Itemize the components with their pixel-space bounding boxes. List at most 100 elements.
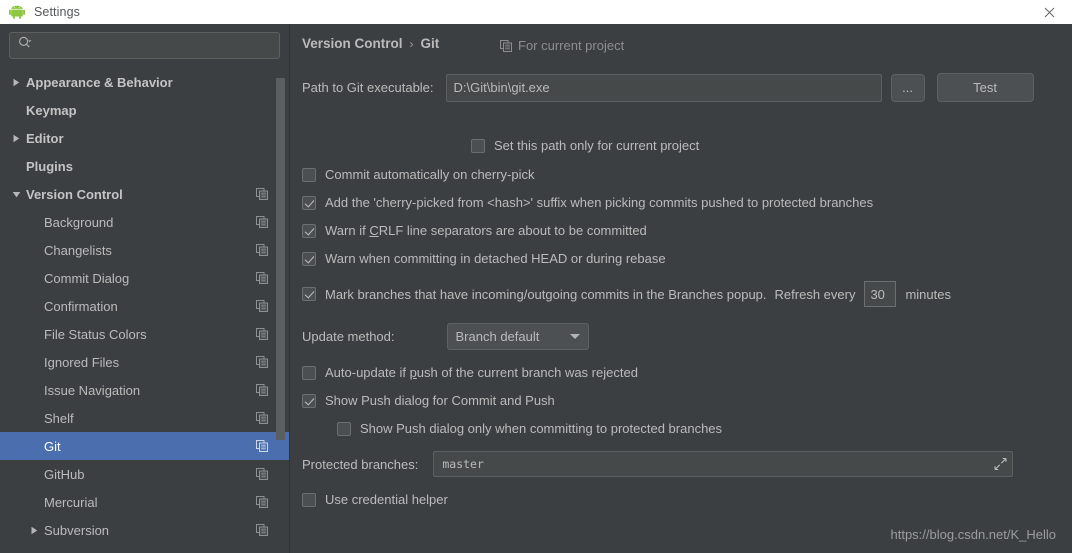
settings-tree: Appearance & Behavior Keymap Editor Plug… — [0, 68, 289, 544]
warn-crlf-label: Warn if CRLF line separators are about t… — [325, 223, 647, 238]
sidebar-item-mercurial[interactable]: Mercurial — [0, 488, 289, 516]
sidebar-item-label: Appearance & Behavior — [26, 74, 173, 90]
show-push-dialog-checkbox[interactable] — [302, 393, 316, 408]
commit-automatically-checkbox[interactable] — [302, 167, 316, 182]
sidebar-item-label: File Status Colors — [44, 326, 147, 342]
sidebar-item-editor[interactable]: Editor — [0, 124, 289, 152]
copy-icon[interactable] — [256, 440, 268, 452]
protected-branches-value: master — [442, 457, 484, 471]
copy-icon[interactable] — [256, 244, 268, 256]
set-path-only-label: Set this path only for current project — [494, 138, 700, 153]
breadcrumb-separator: › — [409, 36, 414, 51]
sidebar-item-commit-dialog[interactable]: Commit Dialog — [0, 264, 289, 292]
set-path-only-checkbox-row[interactable]: Set this path only for current project — [471, 138, 699, 153]
copy-icon[interactable] — [256, 384, 268, 396]
sidebar-item-label: Git — [44, 438, 61, 454]
sidebar-item-ignored-files[interactable]: Ignored Files — [0, 348, 289, 376]
sidebar-item-label: Shelf — [44, 410, 74, 426]
android-robot-icon — [9, 5, 25, 19]
sidebar-item-subversion[interactable]: Subversion — [0, 516, 289, 544]
sidebar-item-git[interactable]: Git — [0, 432, 289, 460]
auto-update-checkbox[interactable] — [302, 365, 316, 380]
use-credential-helper-checkbox[interactable] — [302, 492, 316, 507]
settings-main-panel: Version Control › Git For current projec… — [291, 24, 1072, 553]
show-push-dialog-protected-checkbox[interactable] — [337, 421, 351, 436]
copy-icon[interactable] — [256, 300, 268, 312]
sidebar-item-appearance-behavior[interactable]: Appearance & Behavior — [0, 68, 289, 96]
sidebar-item-github[interactable]: GitHub — [0, 460, 289, 488]
set-path-only-checkbox[interactable] — [471, 138, 485, 153]
sidebar-item-shelf[interactable]: Shelf — [0, 404, 289, 432]
expand-icon[interactable] — [994, 457, 1007, 471]
mark-branches-row: Mark branches that have incoming/outgoin… — [302, 281, 951, 307]
chevron-down-icon[interactable] — [8, 186, 24, 202]
show-push-dialog-protected-checkbox-row[interactable]: Show Push dialog only when committing to… — [337, 421, 722, 436]
sidebar-item-label: Mercurial — [44, 494, 98, 510]
copy-icon[interactable] — [256, 328, 268, 340]
auto-update-checkbox-row[interactable]: Auto-update if push of the current branc… — [302, 365, 638, 380]
for-current-project-badge: For current project — [500, 38, 624, 53]
sidebar-item-label: Version Control — [26, 186, 123, 202]
protected-branches-row: Protected branches: master — [302, 451, 1014, 477]
test-button[interactable]: Test — [936, 73, 1034, 102]
chevron-right-icon[interactable] — [8, 74, 24, 90]
refresh-interval-input[interactable] — [864, 281, 897, 307]
cherry-picked-suffix-checkbox[interactable] — [302, 195, 316, 210]
warn-detached-head-checkbox-row[interactable]: Warn when committing in detached HEAD or… — [302, 251, 666, 266]
watermark-text: https://blog.csdn.net/K_Hello — [890, 527, 1057, 542]
copy-icon[interactable] — [256, 524, 268, 536]
copy-icon[interactable] — [256, 412, 268, 424]
search-box[interactable] — [9, 32, 280, 59]
search-input[interactable] — [33, 33, 279, 58]
mark-branches-checkbox[interactable] — [302, 287, 316, 301]
protected-branches-field[interactable]: master — [433, 451, 1014, 477]
cherry-picked-suffix-label: Add the 'cherry-picked from <hash>' suff… — [325, 195, 874, 210]
update-method-label: Update method: — [302, 329, 395, 344]
browse-button[interactable]: ... — [890, 73, 925, 102]
sidebar-scrollbar-thumb[interactable] — [276, 78, 285, 440]
warn-crlf-checkbox-row[interactable]: Warn if CRLF line separators are about t… — [302, 223, 647, 238]
sidebar-item-label: Ignored Files — [44, 354, 120, 370]
show-push-dialog-checkbox-row[interactable]: Show Push dialog for Commit and Push — [302, 393, 555, 408]
copy-icon[interactable] — [256, 496, 268, 508]
copy-icon[interactable] — [256, 216, 268, 228]
window-title: Settings — [34, 5, 80, 19]
copy-icon[interactable] — [256, 188, 268, 200]
chevron-right-icon[interactable] — [8, 130, 24, 146]
use-credential-helper-checkbox-row[interactable]: Use credential helper — [302, 492, 448, 507]
breadcrumb-parent[interactable]: Version Control — [302, 36, 403, 51]
cherry-picked-suffix-checkbox-row[interactable]: Add the 'cherry-picked from <hash>' suff… — [302, 195, 873, 210]
copy-icon[interactable] — [256, 468, 268, 480]
sidebar-item-plugins[interactable]: Plugins — [0, 152, 289, 180]
sidebar-item-version-control[interactable]: Version Control — [0, 180, 289, 208]
close-icon[interactable] — [1026, 0, 1072, 24]
sidebar-item-changelists[interactable]: Changelists — [0, 236, 289, 264]
search-container — [0, 24, 289, 59]
warn-detached-head-label: Warn when committing in detached HEAD or… — [325, 251, 666, 266]
git-path-input[interactable] — [445, 73, 882, 102]
sidebar-item-label: Plugins — [26, 158, 73, 174]
copy-icon[interactable] — [256, 356, 268, 368]
auto-update-label: Auto-update if push of the current branc… — [325, 365, 638, 380]
show-push-dialog-label: Show Push dialog for Commit and Push — [325, 393, 555, 408]
chevron-down-icon[interactable] — [569, 334, 580, 339]
sidebar-item-label: Confirmation — [44, 298, 118, 314]
sidebar-item-confirmation[interactable]: Confirmation — [0, 292, 289, 320]
commit-automatically-label: Commit automatically on cherry-pick — [325, 167, 535, 182]
update-method-dropdown[interactable]: Branch default — [446, 323, 589, 350]
sidebar-item-label: Changelists — [44, 242, 112, 258]
sidebar-item-background[interactable]: Background — [0, 208, 289, 236]
copy-icon[interactable] — [256, 272, 268, 284]
sidebar-item-file-status-colors[interactable]: File Status Colors — [0, 320, 289, 348]
search-icon[interactable] — [18, 36, 33, 55]
warn-crlf-checkbox[interactable] — [302, 223, 316, 238]
sidebar-item-issue-navigation[interactable]: Issue Navigation — [0, 376, 289, 404]
sidebar-item-keymap[interactable]: Keymap — [0, 96, 289, 124]
update-method-row: Update method: Branch default — [302, 323, 589, 350]
sidebar-item-label: Subversion — [44, 522, 110, 538]
warn-detached-head-checkbox[interactable] — [302, 251, 316, 266]
sidebar-item-label: Commit Dialog — [44, 270, 130, 286]
git-path-row: Path to Git executable: ... Test — [302, 73, 1064, 102]
commit-automatically-checkbox-row[interactable]: Commit automatically on cherry-pick — [302, 167, 535, 182]
chevron-right-icon[interactable] — [26, 522, 42, 538]
